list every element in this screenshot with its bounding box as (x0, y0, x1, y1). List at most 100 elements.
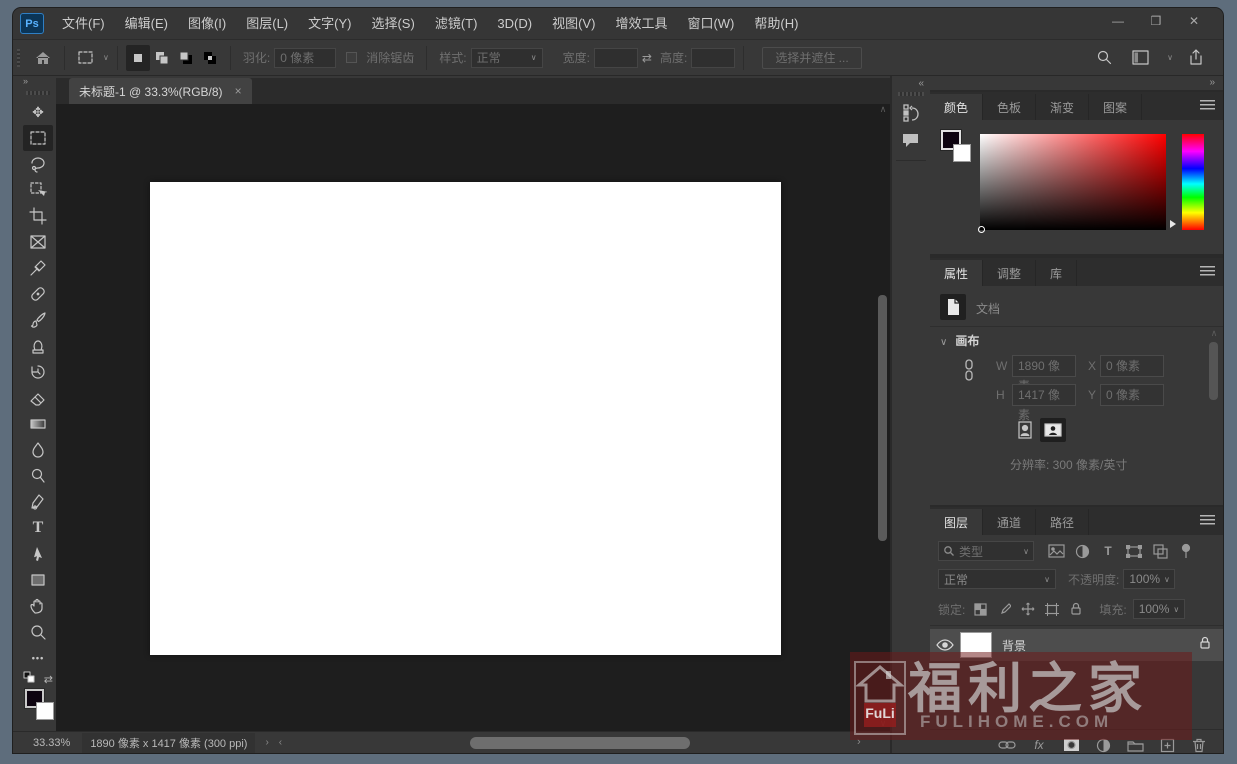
height-input[interactable] (691, 47, 736, 68)
link-dimensions-icon[interactable] (962, 358, 976, 389)
minimize-button[interactable]: — (1099, 9, 1137, 33)
menu-layer[interactable]: 图层(L) (236, 8, 298, 40)
status-next-icon[interactable]: › (265, 737, 268, 748)
saturation-brightness-field[interactable] (978, 134, 1166, 233)
close-button[interactable]: ✕ (1175, 9, 1213, 33)
intersect-selection-mode-button[interactable] (198, 45, 222, 71)
gradient-tool-icon[interactable] (23, 411, 53, 437)
status-prev-icon[interactable]: ‹ (279, 737, 282, 748)
tab-channels[interactable]: 通道 (983, 509, 1037, 535)
lock-position-icon[interactable] (1019, 599, 1037, 619)
tab-paths[interactable]: 路径 (1036, 509, 1090, 535)
antialias-checkbox[interactable] (346, 52, 358, 63)
lock-all-icon[interactable] (1067, 599, 1085, 619)
properties-scrollbar-thumb[interactable] (1209, 342, 1218, 400)
filter-shape-layers-icon[interactable] (1122, 541, 1146, 561)
background-color-swatch[interactable] (36, 702, 54, 720)
maximize-button[interactable]: ❒ (1137, 9, 1175, 33)
lock-pixels-icon[interactable] (995, 599, 1013, 619)
history-brush-tool-icon[interactable] (23, 359, 53, 385)
scroll-up-icon[interactable]: ∧ (1208, 328, 1220, 339)
scroll-down-icon[interactable]: ∨ (877, 718, 889, 729)
chevron-down-icon[interactable]: ∨ (1167, 53, 1173, 62)
rectangle-shape-tool-icon[interactable] (23, 567, 53, 593)
close-tab-icon[interactable]: × (235, 84, 242, 98)
hue-slider[interactable] (1182, 134, 1204, 230)
rectangular-marquee-tool-icon[interactable] (23, 125, 53, 151)
canvas-height-input[interactable]: 1417 像素 (1012, 384, 1076, 422)
tab-gradients[interactable]: 渐变 (1036, 94, 1090, 120)
tab-layers[interactable]: 图层 (930, 509, 984, 535)
background-color-swatch[interactable] (953, 144, 971, 162)
notes-panel-icon[interactable] (897, 128, 925, 154)
portrait-orientation-button[interactable] (1012, 418, 1038, 442)
swap-colors-icon[interactable]: ⇄ (44, 673, 53, 686)
layer-visibility-eye-icon[interactable] (930, 639, 960, 651)
filter-adjustment-layers-icon[interactable] (1070, 541, 1094, 561)
menu-3d[interactable]: 3D(D) (487, 8, 542, 40)
brush-tool-icon[interactable] (23, 307, 53, 333)
eyedropper-tool-icon[interactable] (23, 255, 53, 281)
delete-layer-icon[interactable] (1189, 736, 1209, 753)
swap-width-height-icon[interactable]: ⇄ (642, 51, 652, 65)
tool-preset-chevron-icon[interactable]: ∨ (103, 53, 109, 62)
share-icon[interactable] (1183, 45, 1209, 71)
background-layer-row[interactable]: 背景 (930, 629, 1223, 661)
lasso-tool-icon[interactable] (23, 151, 53, 177)
object-selection-tool-icon[interactable] (23, 177, 53, 203)
canvas-area[interactable]: ∧ ∨ (56, 104, 890, 731)
scroll-right-icon[interactable]: › (857, 736, 861, 748)
properties-scrollbar[interactable]: ∧ ∨ (1208, 328, 1220, 525)
dock-collapse-icon[interactable]: « (892, 76, 930, 90)
filter-type-layers-icon[interactable]: T (1096, 541, 1120, 561)
search-icon[interactable] (1091, 45, 1117, 71)
history-panel-icon[interactable] (897, 100, 925, 126)
menu-select[interactable]: 选择(S) (361, 8, 424, 40)
link-layers-icon[interactable] (997, 736, 1017, 753)
more-tools-icon[interactable]: ••• (23, 645, 53, 671)
blur-tool-icon[interactable] (23, 437, 53, 463)
document-canvas[interactable] (150, 182, 781, 655)
horizontal-scrollbar-thumb[interactable] (470, 737, 690, 749)
add-to-selection-mode-button[interactable] (150, 45, 174, 71)
menu-help[interactable]: 帮助(H) (744, 8, 808, 40)
clone-stamp-tool-icon[interactable] (23, 333, 53, 359)
opacity-input[interactable]: 100% ∨ (1123, 569, 1176, 589)
crop-tool-icon[interactable] (23, 203, 53, 229)
panel-menu-icon[interactable] (1200, 100, 1215, 111)
filter-smart-objects-icon[interactable] (1148, 541, 1172, 561)
toolbar-expand-icon[interactable]: » (20, 76, 56, 89)
width-input[interactable] (593, 47, 638, 68)
tab-patterns[interactable]: 图案 (1089, 94, 1143, 120)
scroll-up-icon[interactable]: ∧ (877, 104, 889, 115)
tab-swatches[interactable]: 色板 (983, 94, 1037, 120)
style-select[interactable]: 正常 ∨ (470, 47, 543, 68)
tool-preset-icon[interactable] (73, 45, 99, 71)
layer-filter-select[interactable]: 类型 ∨ (938, 541, 1034, 561)
home-icon[interactable] (30, 45, 56, 71)
hand-tool-icon[interactable] (23, 593, 53, 619)
add-layer-mask-icon[interactable] (1061, 736, 1081, 753)
canvas-section-header[interactable]: ∨ 画布 (940, 332, 979, 349)
tab-adjustments[interactable]: 调整 (983, 260, 1037, 286)
menu-image[interactable]: 图像(I) (178, 8, 236, 40)
feather-input[interactable]: 0 像素 (274, 47, 337, 68)
select-and-mask-button[interactable]: 选择并遮住 ... (762, 46, 862, 69)
pen-tool-icon[interactable] (23, 489, 53, 515)
new-layer-icon[interactable] (1157, 736, 1177, 753)
zoom-tool-icon[interactable] (23, 619, 53, 645)
frame-tool-icon[interactable] (23, 229, 53, 255)
new-adjustment-layer-icon[interactable] (1093, 736, 1113, 753)
document-properties-icon[interactable] (940, 294, 966, 320)
type-tool-icon[interactable]: T (23, 515, 53, 541)
dock-expand-icon[interactable]: » (930, 76, 1223, 90)
menu-file[interactable]: 文件(F) (52, 8, 115, 40)
menu-window[interactable]: 窗口(W) (677, 8, 744, 40)
new-selection-mode-button[interactable] (125, 44, 150, 71)
path-selection-tool-icon[interactable] (23, 541, 53, 567)
layer-thumbnail[interactable] (960, 632, 992, 658)
eraser-tool-icon[interactable] (23, 385, 53, 411)
dodge-tool-icon[interactable] (23, 463, 53, 489)
document-tab[interactable]: 未标题-1 @ 33.3%(RGB/8) × (69, 78, 252, 104)
panel-menu-icon[interactable] (1200, 515, 1215, 526)
